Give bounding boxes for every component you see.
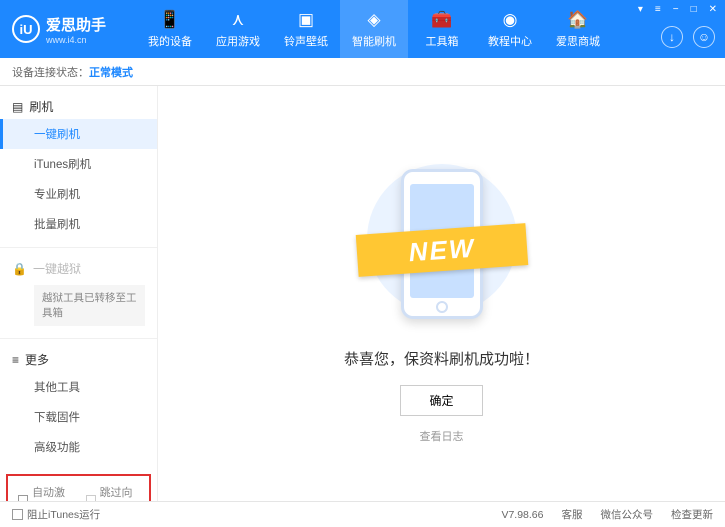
ringtone-icon: ▣ <box>298 10 314 30</box>
status-mode: 正常模式 <box>89 64 133 80</box>
toolbox-icon: 🧰 <box>431 10 452 30</box>
sidebar-item-batch-flash[interactable]: 批量刷机 <box>0 209 157 239</box>
flash-section-icon: ▤ <box>12 100 23 114</box>
tab-ringtones[interactable]: ▣铃声壁纸 <box>272 0 340 58</box>
tutorial-icon: ◉ <box>503 10 518 30</box>
maximize-icon[interactable]: □ <box>689 2 699 17</box>
status-bar: 设备连接状态： 正常模式 <box>0 58 725 86</box>
footer-link-support[interactable]: 客服 <box>562 507 583 522</box>
sidebar-item-other-tools[interactable]: 其他工具 <box>0 372 157 402</box>
footer-link-update[interactable]: 检查更新 <box>671 507 713 522</box>
header-bar: iU 爱思助手 www.i4.cn 📱我的设备 ⋏应用游戏 ▣铃声壁纸 ◈智能刷… <box>0 0 725 58</box>
sidebar-head-jailbreak: 🔒一键越狱 <box>0 256 157 281</box>
nav-tabs: 📱我的设备 ⋏应用游戏 ▣铃声壁纸 ◈智能刷机 🧰工具箱 ◉教程中心 🏠爱思商城 <box>136 0 612 58</box>
app-name: 爱思助手 <box>46 14 106 35</box>
jailbreak-note: 越狱工具已转移至工具箱 <box>34 285 145 326</box>
options-highlight: 自动激活 跳过向导 <box>6 474 151 501</box>
sidebar-item-advanced[interactable]: 高级功能 <box>0 432 157 462</box>
user-icon[interactable]: ☺ <box>693 26 715 48</box>
close-icon[interactable]: ✕ <box>707 2 719 17</box>
tab-toolbox[interactable]: 🧰工具箱 <box>408 0 476 58</box>
app-url: www.i4.cn <box>46 35 106 45</box>
tab-smart-flash[interactable]: ◈智能刷机 <box>340 0 408 58</box>
tab-tutorials[interactable]: ◉教程中心 <box>476 0 544 58</box>
footer-link-wechat[interactable]: 微信公众号 <box>601 507 654 522</box>
checkbox-block-itunes[interactable]: 阻止iTunes运行 <box>12 507 100 522</box>
store-icon: 🏠 <box>567 10 588 30</box>
ok-button[interactable]: 确定 <box>400 385 482 416</box>
list-icon[interactable]: ≡ <box>653 2 663 17</box>
status-label: 设备连接状态： <box>12 64 89 80</box>
sidebar-head-flash[interactable]: ▤刷机 <box>0 94 157 119</box>
logo-icon: iU <box>12 15 40 43</box>
view-log-link[interactable]: 查看日志 <box>420 428 464 444</box>
version-label: V7.98.66 <box>501 509 543 521</box>
device-icon: 📱 <box>159 10 180 30</box>
checkbox-auto-activate[interactable]: 自动激活 <box>18 484 72 501</box>
window-controls: ▾ ≡ − □ ✕ <box>636 2 719 17</box>
flash-icon: ◈ <box>367 10 380 30</box>
menu-icon[interactable]: ▾ <box>636 2 645 17</box>
phone-illustration: NEW <box>367 154 517 334</box>
sidebar-head-more[interactable]: ≡更多 <box>0 347 157 372</box>
main-content: NEW 恭喜您，保资料刷机成功啦！ 确定 查看日志 <box>158 86 725 501</box>
footer-bar: 阻止iTunes运行 V7.98.66 客服 微信公众号 检查更新 <box>0 501 725 527</box>
lock-icon: 🔒 <box>12 262 27 276</box>
tab-store[interactable]: 🏠爱思商城 <box>544 0 612 58</box>
success-message: 恭喜您，保资料刷机成功啦！ <box>344 348 539 369</box>
tab-my-device[interactable]: 📱我的设备 <box>136 0 204 58</box>
sidebar-item-download-firmware[interactable]: 下载固件 <box>0 402 157 432</box>
header-actions: ↓ ☺ <box>661 26 715 48</box>
tab-apps-games[interactable]: ⋏应用游戏 <box>204 0 272 58</box>
sidebar-item-itunes-flash[interactable]: iTunes刷机 <box>0 149 157 179</box>
download-icon[interactable]: ↓ <box>661 26 683 48</box>
logo-area: iU 爱思助手 www.i4.cn <box>0 14 136 45</box>
apps-icon: ⋏ <box>232 10 244 30</box>
checkbox-skip-guide[interactable]: 跳过向导 <box>86 484 140 501</box>
sidebar-item-one-key-flash[interactable]: 一键刷机 <box>0 119 157 149</box>
sidebar-item-pro-flash[interactable]: 专业刷机 <box>0 179 157 209</box>
minimize-icon[interactable]: − <box>671 2 681 17</box>
sidebar: ▤刷机 一键刷机 iTunes刷机 专业刷机 批量刷机 🔒一键越狱 越狱工具已转… <box>0 86 158 501</box>
more-icon: ≡ <box>12 353 19 367</box>
